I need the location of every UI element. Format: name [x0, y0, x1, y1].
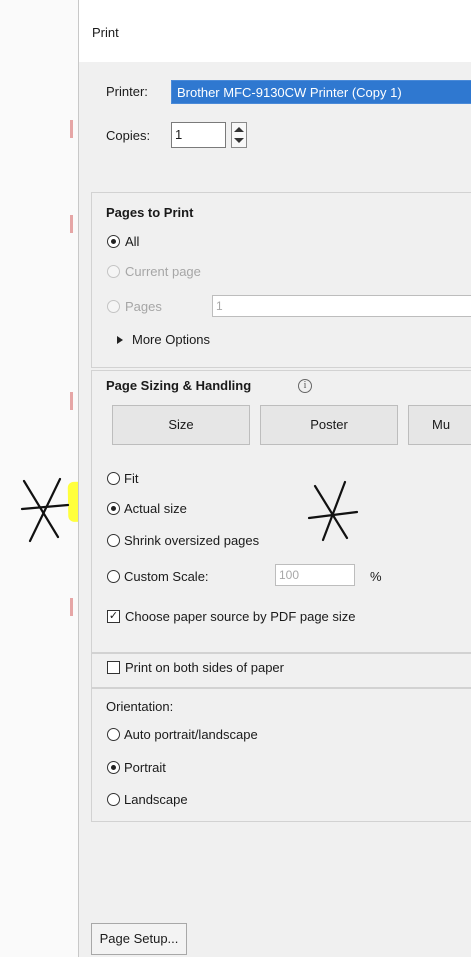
background-mark [70, 215, 73, 233]
more-options-link[interactable]: More Options [132, 332, 210, 347]
custom-scale-unit: % [370, 569, 382, 584]
radio-actual-size[interactable] [107, 502, 120, 515]
page-setup-button[interactable]: Page Setup... [91, 923, 187, 955]
duplex-checkbox[interactable] [107, 661, 120, 674]
printer-select[interactable]: Brother MFC-9130CW Printer (Copy 1) [171, 80, 471, 104]
duplex-label: Print on both sides of paper [125, 660, 284, 675]
background-mark [70, 392, 73, 410]
radio-all[interactable] [107, 235, 120, 248]
radio-all-label: All [125, 234, 140, 249]
printer-label: Printer: [106, 84, 148, 99]
tab-size[interactable]: Size [112, 405, 250, 445]
radio-custom-scale-label: Custom Scale: [124, 569, 209, 584]
radio-actual-size-label: Actual size [124, 501, 187, 516]
page-sizing-heading: Page Sizing & Handling [106, 378, 252, 393]
handwritten-asterisk-right [307, 480, 359, 542]
radio-current-page-label: Current page [125, 264, 201, 279]
radio-portrait-label: Portrait [124, 760, 166, 775]
radio-fit[interactable] [107, 472, 120, 485]
radio-pages-label: Pages [125, 299, 162, 314]
radio-shrink-oversized[interactable] [107, 534, 120, 547]
background-mark [70, 598, 73, 616]
background-mark [70, 120, 73, 138]
choose-paper-source-checkbox[interactable]: ✓ [107, 610, 120, 623]
radio-custom-scale[interactable] [107, 570, 120, 583]
title-bar: Print [79, 0, 471, 62]
handwritten-asterisk-left [20, 477, 70, 543]
radio-auto-orientation[interactable] [107, 728, 120, 741]
radio-shrink-oversized-label: Shrink oversized pages [124, 533, 260, 548]
radio-fit-label: Fit [124, 471, 139, 486]
tab-poster[interactable]: Poster [260, 405, 398, 445]
radio-auto-orientation-label: Auto portrait/landscape [124, 727, 258, 742]
copies-input[interactable]: 1 [171, 122, 226, 148]
orientation-heading: Orientation: [106, 699, 174, 714]
decrement-icon[interactable] [234, 138, 244, 143]
pages-range-input[interactable]: 1 [212, 295, 471, 317]
tab-multiple[interactable]: Mu [408, 405, 471, 445]
dialog-title: Print [92, 25, 119, 40]
radio-portrait[interactable] [107, 761, 120, 774]
increment-icon[interactable] [234, 127, 244, 132]
copies-spinner[interactable] [231, 122, 247, 148]
pages-to-print-heading: Pages to Print [106, 205, 194, 220]
copies-label: Copies: [106, 128, 151, 143]
radio-current-page[interactable] [107, 265, 120, 278]
info-icon[interactable]: i [298, 379, 312, 393]
print-dialog: Print Printer: Brother MFC-9130CW Printe… [78, 0, 471, 957]
radio-pages[interactable] [107, 300, 120, 313]
custom-scale-input[interactable]: 100 [275, 564, 355, 586]
expand-triangle-icon[interactable] [117, 336, 123, 344]
radio-landscape[interactable] [107, 793, 120, 806]
radio-landscape-label: Landscape [124, 792, 188, 807]
choose-paper-source-label: Choose paper source by PDF page size [125, 609, 356, 624]
